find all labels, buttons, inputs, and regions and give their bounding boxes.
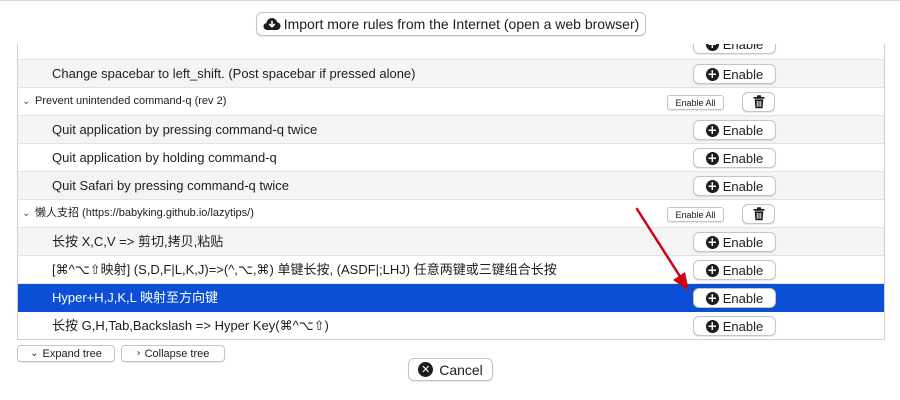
import-rules-label: Import more rules from the Internet (ope… [283, 16, 640, 32]
enable-button[interactable]: + Enable [693, 148, 776, 168]
rule-row[interactable]: Change spacebar to left_shift. (Post spa… [18, 60, 884, 88]
rule-label: Quit Safari by pressing command-q twice [52, 178, 289, 193]
rule-row[interactable]: Quit Safari by pressing command-q twice … [18, 172, 884, 200]
rule-row[interactable]: [⌘^⌥⇧映射] (S,D,F|L,K,J)=>(^,⌥,⌘) 单键长按, (A… [18, 256, 884, 284]
enable-button[interactable]: + Enable [693, 176, 776, 196]
rule-row[interactable]: Quit application by pressing command-q t… [18, 116, 884, 144]
rule-label: Hyper+H,J,K,L 映射至方向键 [52, 290, 219, 305]
rule-row-partial[interactable]: + Enable [18, 44, 884, 60]
plus-circle-icon: + [705, 150, 719, 165]
rule-group-header[interactable]: ⌄ Prevent unintended command-q (rev 2) E… [18, 88, 884, 116]
trash-icon [753, 207, 764, 221]
plus-circle-icon: + [705, 318, 719, 333]
rule-label: Change spacebar to left_shift. (Post spa… [52, 66, 416, 81]
import-rules-button[interactable]: Import more rules from the Internet (ope… [256, 12, 646, 36]
enable-button[interactable]: + Enable [693, 288, 776, 308]
enable-button[interactable]: + Enable [693, 260, 776, 280]
rule-row-selected[interactable]: Hyper+H,J,K,L 映射至方向键 + Enable [18, 284, 884, 312]
plus-circle-icon: + [705, 122, 719, 137]
enable-all-button[interactable]: Enable All [667, 207, 724, 222]
enable-button[interactable]: + Enable [693, 64, 776, 84]
rule-row[interactable]: 长按 G,H,Tab,Backslash => Hyper Key(⌘^⌥⇧) … [18, 312, 884, 339]
trash-icon [753, 95, 764, 109]
rule-label: Quit application by pressing command-q t… [52, 122, 318, 137]
rules-list[interactable]: + Enable Change spacebar to left_shift. … [17, 44, 885, 340]
rule-row[interactable]: 长按 X,C,V => 剪切,拷贝,粘贴 + Enable [18, 228, 884, 256]
rule-row[interactable]: Quit application by holding command-q + … [18, 144, 884, 172]
enable-button[interactable]: + Enable [693, 44, 776, 54]
rule-group-header[interactable]: ⌄ 懒人支招 (https://babyking.github.io/lazyt… [18, 200, 884, 228]
plus-circle-icon: + [705, 290, 719, 305]
rule-label: 长按 X,C,V => 剪切,拷贝,粘贴 [52, 234, 224, 249]
plus-circle-icon: + [705, 44, 719, 51]
enable-button[interactable]: + Enable [693, 120, 776, 140]
enable-button[interactable]: + Enable [693, 232, 776, 252]
chevron-down-icon[interactable]: ⌄ [22, 88, 30, 115]
chevron-right-icon: › [136, 348, 141, 359]
group-title: 懒人支招 (https://babyking.github.io/lazytip… [35, 207, 254, 219]
expand-tree-button[interactable]: ⌄ Expand tree [17, 345, 115, 362]
group-title: Prevent unintended command-q (rev 2) [35, 95, 227, 107]
cancel-button[interactable]: ✕ Cancel [408, 358, 493, 381]
collapse-tree-button[interactable]: › Collapse tree [121, 345, 225, 362]
enable-button[interactable]: + Enable [693, 316, 776, 336]
plus-circle-icon: + [705, 262, 719, 277]
chevron-down-icon: ⌄ [30, 348, 39, 359]
cloud-download-icon [263, 18, 281, 30]
top-divider [0, 0, 900, 1]
plus-circle-icon: + [705, 234, 719, 249]
delete-group-button[interactable] [742, 204, 775, 224]
rule-label: [⌘^⌥⇧映射] (S,D,F|L,K,J)=>(^,⌥,⌘) 单键长按, (A… [52, 262, 557, 277]
rule-label: 长按 G,H,Tab,Backslash => Hyper Key(⌘^⌥⇧) [52, 318, 329, 333]
rule-label: Quit application by holding command-q [52, 150, 277, 165]
chevron-down-icon[interactable]: ⌄ [22, 200, 30, 227]
delete-group-button[interactable] [742, 92, 775, 112]
close-circle-icon: ✕ [418, 362, 434, 377]
plus-circle-icon: + [705, 66, 719, 81]
plus-circle-icon: + [705, 178, 719, 193]
enable-all-button[interactable]: Enable All [667, 95, 724, 110]
